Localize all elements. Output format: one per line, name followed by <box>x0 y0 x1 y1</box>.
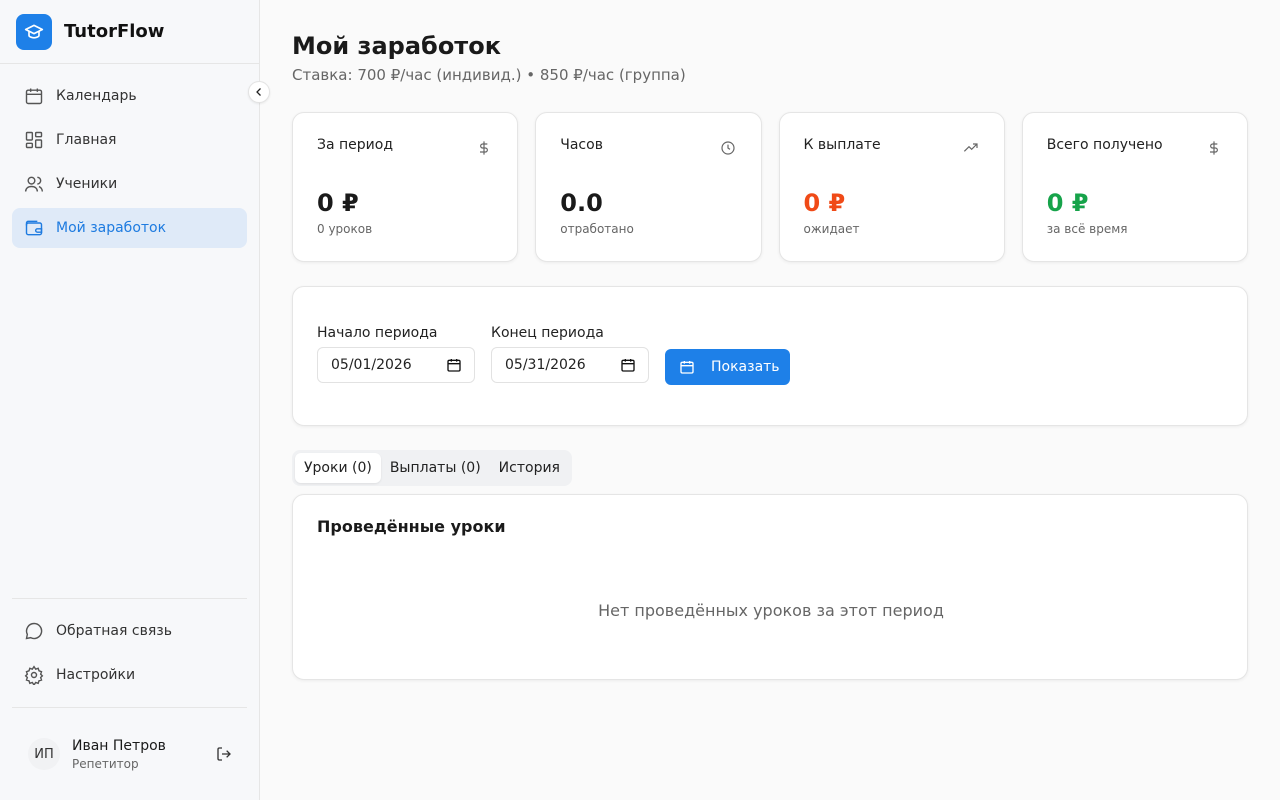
message-icon <box>24 621 44 641</box>
sidebar-item-label: Обратная связь <box>56 623 172 639</box>
end-date-label: Конец периода <box>491 325 604 341</box>
stat-value: 0 ₽ <box>1046 189 1089 217</box>
sidebar: TutorFlow Календарь Главная Ученики Мой … <box>0 0 260 800</box>
brand[interactable]: TutorFlow <box>0 0 259 64</box>
calendar-icon <box>680 361 694 374</box>
sidebar-item-label: Ученики <box>56 176 118 192</box>
start-date-input[interactable]: 05/01/2026 <box>317 347 475 383</box>
calendar-icon[interactable] <box>620 357 636 373</box>
sidebar-item-label: Главная <box>56 132 117 148</box>
stat-value: 0 ₽ <box>803 189 846 217</box>
stat-card-hours: Часов 0.0 отработано <box>535 112 762 262</box>
tab-payments[interactable]: Выплаты (0) <box>381 453 490 483</box>
lessons-card: Проведённые уроки Нет проведённых уроков… <box>292 494 1248 680</box>
page-title: Мой заработок <box>292 32 501 60</box>
stat-card-total-received: Всего получено 0 ₽ за всё время <box>1021 112 1248 262</box>
clock-icon <box>719 139 737 157</box>
sidebar-item-label: Настройки <box>56 667 136 683</box>
user-profile[interactable]: ИП Иван Петров Репетитор <box>12 707 247 800</box>
dollar-icon <box>475 139 493 157</box>
stat-note: ожидает <box>803 222 860 236</box>
empty-state-message: Нет проведённых уроков за этот период <box>598 601 944 620</box>
stat-value: 0.0 <box>560 189 603 217</box>
tab-lessons[interactable]: Уроки (0) <box>295 453 381 483</box>
dashboard-icon <box>24 130 44 150</box>
trending-up-icon <box>962 139 980 157</box>
start-date-field: Начало периода 05/01/2026 <box>317 325 475 383</box>
end-date-field: Конец периода 05/31/2026 <box>491 325 649 383</box>
sidebar-item-students[interactable]: Ученики <box>12 164 247 204</box>
gear-icon <box>24 665 44 685</box>
dollar-icon <box>1205 139 1223 157</box>
stat-note: 0 уроков <box>317 222 373 236</box>
stat-card-period: За период 0 ₽ 0 уроков <box>292 112 519 262</box>
sidebar-nav: Календарь Главная Ученики Мой заработок <box>12 76 247 252</box>
logout-icon[interactable] <box>214 744 234 764</box>
start-date-value: 05/01/2026 <box>331 357 412 373</box>
app-name: TutorFlow <box>64 21 165 42</box>
wallet-icon <box>24 218 44 238</box>
period-filter-card: Начало периода 05/01/2026 Конец периода … <box>292 286 1248 426</box>
calendar-icon[interactable] <box>446 357 462 373</box>
graduation-cap-icon <box>16 13 52 50</box>
sidebar-item-label: Мой заработок <box>56 220 167 236</box>
user-info: Иван Петров Репетитор <box>72 738 166 771</box>
collapse-sidebar-button[interactable] <box>248 81 270 103</box>
stat-label: Всего получено <box>1046 137 1163 153</box>
sidebar-item-settings[interactable]: Настройки <box>12 655 247 695</box>
sidebar-item-home[interactable]: Главная <box>12 120 247 160</box>
show-button-label: Показать <box>711 359 780 375</box>
sidebar-item-calendar[interactable]: Календарь <box>12 76 247 116</box>
stat-value: 0 ₽ <box>317 189 359 217</box>
tabs: Уроки (0) Выплаты (0) История <box>292 450 572 486</box>
users-icon <box>24 174 44 194</box>
end-date-value: 05/31/2026 <box>505 357 586 373</box>
show-button[interactable]: Показать <box>665 349 790 385</box>
sidebar-item-earnings[interactable]: Мой заработок <box>12 208 247 248</box>
stat-label: Часов <box>560 137 603 153</box>
avatar: ИП <box>28 738 60 770</box>
end-date-input[interactable]: 05/31/2026 <box>491 347 649 383</box>
user-name: Иван Петров <box>72 737 166 754</box>
chevron-left-icon <box>256 88 261 96</box>
stat-note: отработано <box>560 222 634 236</box>
sidebar-item-feedback[interactable]: Обратная связь <box>12 611 247 651</box>
stat-label: К выплате <box>803 137 881 153</box>
stat-card-payable: К выплате 0 ₽ ожидает <box>778 112 1005 262</box>
stats-row: За период 0 ₽ 0 уроков Часов 0.0 отработ… <box>292 112 1248 262</box>
tab-history[interactable]: История <box>490 453 569 483</box>
sidebar-bottom-nav: Обратная связь Настройки <box>12 598 247 699</box>
page-subtitle: Ставка: 700 ₽/час (индивид.) • 850 ₽/час… <box>292 66 686 84</box>
calendar-icon <box>24 86 44 106</box>
sidebar-item-label: Календарь <box>56 88 137 104</box>
stat-label: За период <box>317 137 394 153</box>
user-role: Репетитор <box>72 756 139 771</box>
lessons-title: Проведённые уроки <box>317 517 506 536</box>
start-date-label: Начало периода <box>317 325 438 341</box>
stat-note: за всё время <box>1046 222 1128 236</box>
